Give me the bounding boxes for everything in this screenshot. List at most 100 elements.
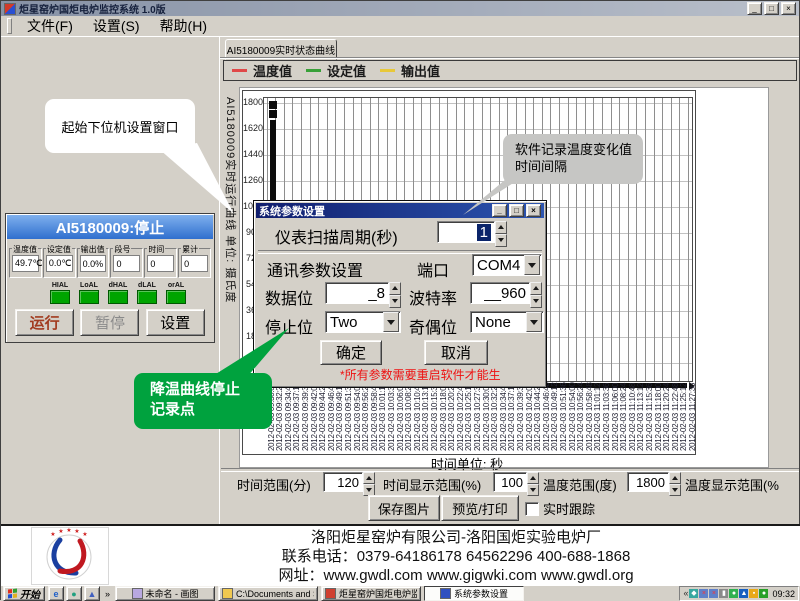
taskbar-task[interactable]: 未命名 - 画图 [115, 586, 215, 601]
quick-launch-chevron[interactable]: » [103, 589, 112, 599]
window-maximize-button[interactable]: □ [764, 2, 779, 15]
taskbar-task[interactable]: C:\Documents and Se... [218, 586, 318, 601]
spin-up-icon[interactable] [363, 472, 375, 484]
preview-print-button[interactable]: 预览/打印 [441, 495, 519, 521]
svg-text:★: ★ [82, 531, 87, 538]
realtime-track-control: 实时跟踪 [525, 499, 595, 518]
dialog-minimize-button[interactable]: _ [492, 204, 507, 217]
taskbar-task[interactable]: 炬星窑炉国炬电炉监... [321, 586, 421, 601]
port-label: 端口 [417, 257, 449, 281]
data-bits-spinner[interactable]: _8 [325, 282, 401, 308]
scan-period-spinner[interactable]: 1 [437, 221, 507, 247]
time-range-spinner[interactable]: 120 [323, 472, 375, 496]
spin-up-icon[interactable] [495, 221, 507, 234]
chart-vscroll-up-icon[interactable] [269, 101, 277, 109]
time-display-label: 时间显示范围(%) [383, 475, 481, 494]
dialog-title: 系统参数设置 [259, 203, 325, 219]
tray-power-icon[interactable]: ▪ [749, 589, 758, 598]
window-close-button[interactable]: × [781, 2, 796, 15]
realtime-track-checkbox[interactable] [525, 502, 539, 516]
time-display-value: 100 [501, 475, 523, 490]
spin-up-icon[interactable] [669, 472, 681, 484]
combo-arrow-icon[interactable] [383, 312, 399, 332]
tray-chevron-icon[interactable]: « [683, 589, 688, 598]
combo-arrow-icon[interactable] [524, 255, 540, 275]
temp-range-value: 1800 [636, 475, 665, 490]
taskbar-task[interactable]: 系统参数设置 [424, 586, 524, 601]
device-field: 段号0 [110, 248, 143, 278]
alarm-indicator: dHAL [108, 282, 128, 308]
ok-button[interactable]: 确定 [320, 340, 382, 365]
dialog-close-button[interactable]: × [526, 204, 541, 217]
dialog-titlebar[interactable]: 系统参数设置 _ □ × [256, 203, 544, 218]
svg-text:★: ★ [58, 528, 63, 535]
tray-update-icon[interactable]: ● [759, 589, 768, 598]
tray-status-icon[interactable]: ● [729, 589, 738, 598]
cancel-button[interactable]: 取消 [424, 340, 488, 365]
dialog-maximize-button[interactable]: □ [509, 204, 524, 217]
device-fields: 温度值49.7℃设定值0.0℃输出值0.0%段号0时间0累计0 [8, 244, 212, 278]
combo-arrow-icon[interactable] [526, 312, 542, 332]
tray-audio-icon[interactable]: ◆ [689, 589, 698, 598]
baud-spinner[interactable]: __960 [470, 282, 542, 308]
spin-up-icon[interactable] [389, 282, 401, 295]
temp-range-spinner[interactable]: 1800 [627, 472, 681, 496]
stop-bits-combo[interactable]: Two [325, 311, 401, 333]
company-logo: ★★★★★ [31, 527, 109, 585]
footer: ★★★★★ 洛阳炬星窑炉有限公司-洛阳国炬实验电炉厂 联系电话：0379-641… [1, 526, 800, 586]
messenger-icon[interactable]: ▲ [84, 586, 100, 601]
menu-grip [7, 18, 12, 34]
task-label: 未命名 - 画图 [146, 587, 199, 600]
alarm-label: orAL [168, 282, 184, 289]
save-image-button[interactable]: 保存图片 [368, 495, 440, 521]
x-tick-label: 2012-02-03 11:20:24 [663, 383, 671, 451]
restart-note: *所有参数需要重启软件才能生 [340, 366, 501, 383]
footer-phone: 联系电话：0379-64186178 64562296 400-688-1868 [121, 547, 791, 566]
spin-down-icon[interactable] [530, 295, 542, 308]
tray-shield-icon[interactable]: ▲ [739, 589, 748, 598]
menu-item-help[interactable]: 帮助(H) [151, 15, 216, 37]
tray-signal-icon[interactable]: ▮ [719, 589, 728, 598]
spin-down-icon[interactable] [669, 484, 681, 496]
alarm-indicator: LoAL [79, 282, 99, 308]
port-combo[interactable]: COM4 [472, 254, 542, 276]
stop-bits-label: 停止位 [265, 314, 313, 338]
callout-cooldown-stop: 降温曲线停止记录点 [134, 373, 272, 429]
alarm-lamp-icon [108, 290, 128, 304]
device-field-label: 累计 [181, 244, 199, 255]
tray-network1-icon[interactable]: × [699, 589, 708, 598]
device-field-label: 时间 [147, 244, 165, 255]
start-button[interactable]: 开始 [3, 586, 45, 601]
time-display-spinner[interactable]: 100 [493, 472, 539, 496]
app-icon [4, 3, 16, 15]
legend-item: 输出值 [380, 61, 440, 80]
alarm-lamp-icon [137, 290, 157, 304]
parity-combo[interactable]: None [470, 311, 544, 333]
run-button[interactable]: 运行 [15, 309, 74, 336]
spin-down-icon[interactable] [527, 484, 539, 496]
device-field-label: 温度值 [12, 244, 38, 255]
legend-item: 设定值 [306, 61, 366, 80]
pause-button[interactable]: 暂停 [80, 309, 139, 336]
tray-network2-icon[interactable]: × [709, 589, 718, 598]
alarm-lamp-icon [50, 290, 70, 304]
scan-period-value: 1 [477, 224, 491, 241]
alarm-label: HIAL [52, 282, 68, 289]
menu-item-settings[interactable]: 设置(S) [84, 15, 149, 37]
device-field: 时间0 [144, 248, 177, 278]
svg-text:★: ★ [74, 528, 79, 535]
spin-up-icon[interactable] [530, 282, 542, 295]
settings-button[interactable]: 设置 [146, 309, 205, 336]
chart-vscroll-down-icon[interactable] [269, 110, 277, 118]
window-minimize-button[interactable]: _ [747, 2, 762, 15]
svg-text:★: ★ [50, 531, 55, 538]
x-tick-label: 2012-02-03 09:39:36 [302, 382, 310, 451]
spin-down-icon[interactable] [389, 295, 401, 308]
media-icon[interactable]: ● [66, 586, 82, 601]
spin-down-icon[interactable] [495, 234, 507, 247]
task-buttons: 未命名 - 画图 C:\Documents and Se...炬星窑炉国炬电炉监.… [115, 586, 676, 601]
system-tray: «◆××▮●▲▪● 09:32 [679, 586, 799, 601]
spin-up-icon[interactable] [527, 472, 539, 484]
ie-icon[interactable]: e [48, 586, 64, 601]
menu-item-file[interactable]: 文件(F) [18, 15, 82, 37]
